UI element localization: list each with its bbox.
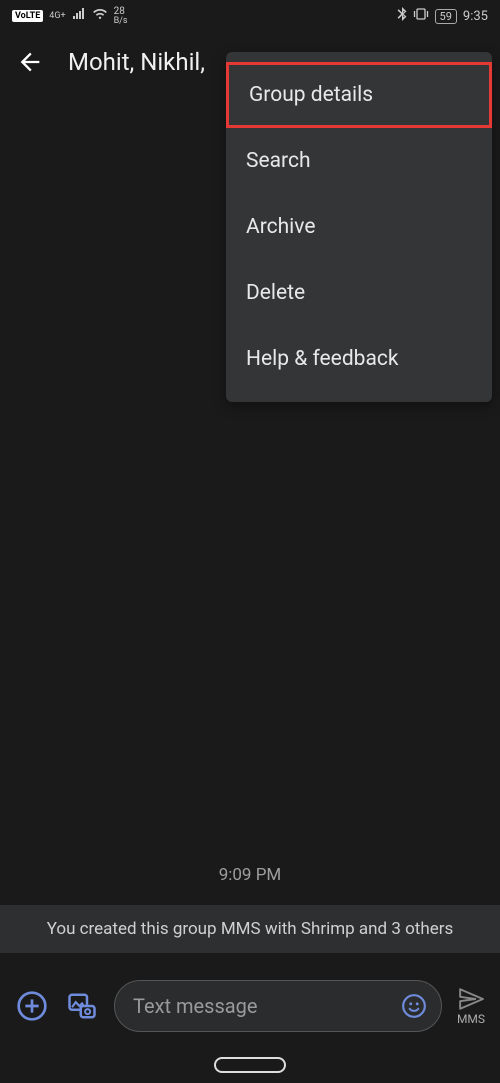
data-speed-value: 28 (114, 7, 128, 17)
compose-bar: Text message MMS (0, 969, 500, 1043)
bluetooth-icon (397, 7, 407, 25)
vibrate-icon (413, 8, 429, 24)
arrow-back-icon (16, 48, 44, 76)
menu-item-delete[interactable]: Delete (226, 260, 492, 326)
menu-item-search[interactable]: Search (226, 128, 492, 194)
send-icon (456, 986, 486, 1012)
status-right: 59 9:35 (397, 7, 488, 25)
menu-item-help-feedback[interactable]: Help & feedback (226, 326, 492, 392)
send-button[interactable]: MMS (456, 986, 486, 1026)
gallery-button[interactable] (64, 988, 100, 1024)
plus-circle-icon (16, 990, 48, 1022)
message-timestamp: 9:09 PM (0, 865, 500, 885)
battery-indicator: 59 (435, 9, 457, 24)
group-created-banner: You created this group MMS with Shrimp a… (0, 905, 500, 953)
menu-item-archive[interactable]: Archive (226, 194, 492, 260)
volte-badge: VoLTE (12, 10, 43, 22)
clock: 9:35 (463, 9, 488, 24)
emoji-button[interactable] (399, 991, 429, 1021)
back-button[interactable] (16, 48, 44, 76)
send-label: MMS (457, 1012, 485, 1026)
data-speed: 28 B/s (114, 7, 128, 26)
gallery-camera-icon (67, 991, 97, 1021)
menu-item-group-details[interactable]: Group details (226, 62, 492, 128)
signal-icon (72, 8, 86, 24)
network-gen: 4G+ (49, 12, 65, 21)
home-indicator[interactable] (214, 1057, 286, 1073)
smiley-icon (401, 993, 427, 1019)
message-input-placeholder: Text message (133, 994, 399, 1018)
add-attachment-button[interactable] (14, 988, 50, 1024)
data-speed-unit: B/s (114, 17, 128, 26)
overflow-menu: Group details Search Archive Delete Help… (226, 52, 492, 402)
message-input[interactable]: Text message (114, 980, 442, 1032)
wifi-icon (92, 8, 108, 24)
status-left: VoLTE 4G+ 28 B/s (12, 7, 128, 26)
conversation-area: 9:09 PM You created this group MMS with … (0, 865, 500, 953)
status-bar: VoLTE 4G+ 28 B/s 59 9:35 (0, 0, 500, 32)
